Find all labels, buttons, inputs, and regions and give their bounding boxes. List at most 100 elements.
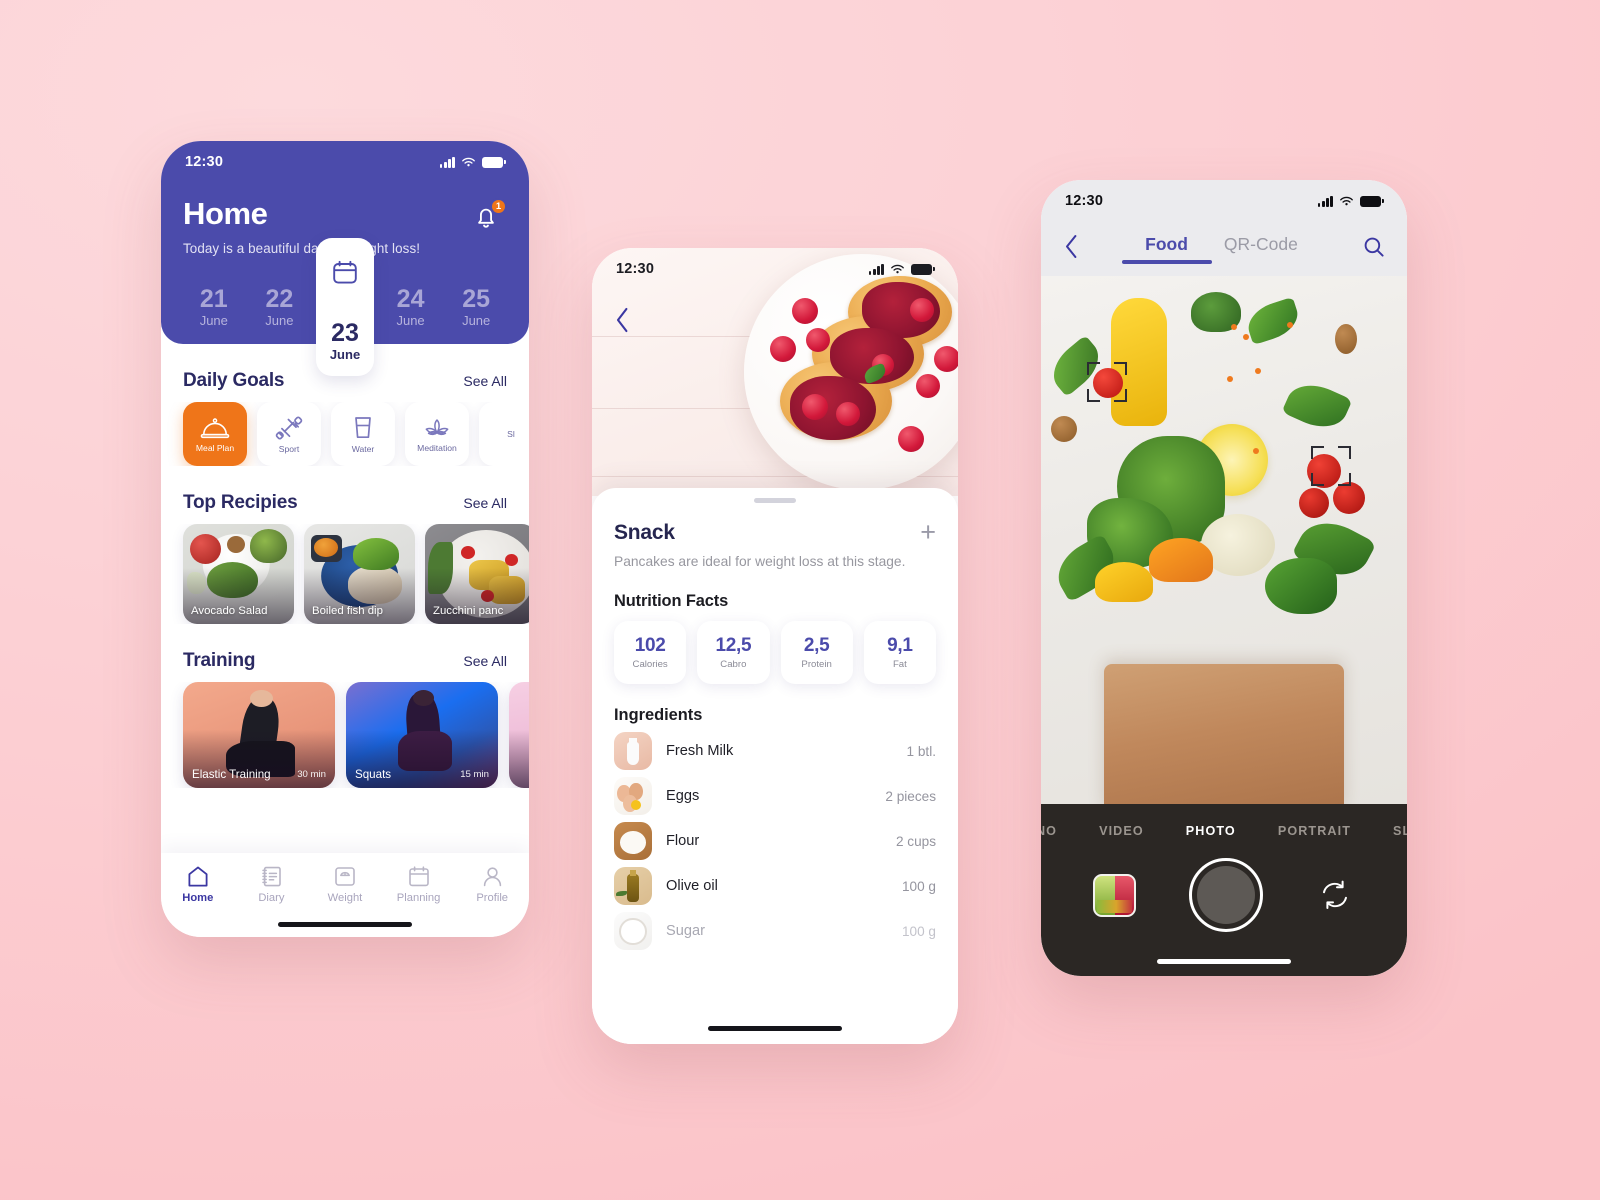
daily-goals-see-all[interactable]: See All [463, 373, 507, 389]
back-button[interactable] [1063, 233, 1080, 265]
training-label: Squats [355, 768, 392, 781]
mode-photo[interactable]: PHOTO [1186, 824, 1236, 838]
tab-profile[interactable]: Profile [462, 865, 522, 904]
cloche-food-cover-icon [200, 417, 230, 438]
training-header: Training See All [161, 624, 529, 682]
camera-flip-icon [1323, 880, 1347, 909]
gallery-thumbnail-button[interactable] [1093, 873, 1136, 917]
ingredient-row[interactable]: Olive oil 100 g [614, 867, 936, 906]
spinach-leaf [1243, 296, 1303, 346]
top-recipes-header: Top Recipies See All [161, 466, 529, 524]
lentil [1227, 376, 1233, 382]
goal-water[interactable]: Water [331, 402, 395, 466]
mode-video[interactable]: VIDEO [1099, 824, 1144, 838]
tab-home[interactable]: Home [168, 865, 228, 904]
add-button[interactable]: + [920, 519, 936, 546]
nutrition-facts-list: 102 Calories 12,5 Cabro 2,5 Protein 9,1 … [614, 621, 936, 685]
tab-label: Planning [396, 892, 441, 904]
ingredient-row[interactable]: Fresh Milk 1 btl. [614, 732, 936, 771]
daily-goals-list[interactable]: Meal Plan Sport Water Meditation Sl [161, 402, 529, 466]
goal-label: Meditation [417, 442, 457, 453]
notebook-icon [262, 866, 281, 887]
notification-bell-button[interactable]: 1 [471, 198, 507, 236]
back-button[interactable] [614, 306, 631, 339]
mode-pano[interactable]: ANO [1041, 824, 1057, 838]
recipe-card[interactable]: Boiled fish dip [304, 524, 415, 624]
ingredient-row[interactable]: Flour 2 cups [614, 822, 936, 861]
shutter-button[interactable] [1188, 858, 1263, 932]
home-indicator [1157, 959, 1291, 964]
flour-image [614, 822, 652, 861]
scale-icon [335, 867, 355, 886]
focus-bracket [1087, 362, 1127, 402]
ingredient-row[interactable]: Sugar 100 g [614, 912, 936, 951]
olive-oil-image [614, 867, 652, 906]
cherry-tomato [1333, 482, 1365, 514]
mode-slomo[interactable]: SLO [1393, 824, 1407, 838]
ingredient-qty: 2 pieces [885, 788, 936, 804]
tab-planning[interactable]: Planning [389, 865, 449, 904]
battery-icon [911, 263, 935, 275]
recipe-card[interactable]: Zucchini panc [425, 524, 529, 624]
date-month: June [396, 313, 425, 328]
date-day: 24 [396, 284, 425, 313]
lentil [1243, 334, 1249, 340]
top-recipes-list[interactable]: Avocado Salad Boiled fish dip Zucchini p… [161, 524, 529, 624]
chevron-left-icon [616, 307, 628, 333]
nutrition-label: Fat [892, 659, 907, 671]
training-see-all[interactable]: See All [463, 653, 507, 669]
date-item[interactable]: 25 June [443, 285, 509, 344]
dumbbell-icon [275, 416, 303, 439]
date-item[interactable]: 24 June [378, 284, 444, 344]
goal-label: Water [351, 443, 375, 454]
recipe-label: Zucchini panc [433, 605, 504, 617]
milk-bottle-image [614, 732, 652, 771]
tab-qr-code[interactable]: QR-Code [1224, 234, 1298, 264]
recipe-label: Avocado Salad [191, 605, 268, 617]
recipe-card[interactable]: Avocado Salad [183, 524, 294, 624]
date-item[interactable]: 22 June [247, 285, 313, 344]
camera-mode-selector[interactable]: ANO VIDEO PHOTO PORTRAIT SLO [1041, 804, 1407, 838]
status-time: 12:30 [185, 154, 224, 170]
camera-flip-button[interactable] [1315, 875, 1355, 915]
date-item[interactable]: 21 June [181, 285, 247, 344]
tab-diary[interactable]: Diary [241, 865, 301, 904]
nutrition-card: 9,1 Fat [863, 621, 936, 685]
battery-icon [482, 156, 506, 168]
section-title: Daily Goals [183, 370, 285, 391]
goal-sport[interactable]: Sport [257, 402, 321, 466]
tab-label: Weight [327, 892, 363, 904]
goal-meal-plan[interactable]: Meal Plan [183, 402, 247, 466]
tab-food[interactable]: Food [1145, 234, 1188, 264]
sheet-grabber[interactable] [754, 498, 796, 503]
date-day: 23 [331, 318, 359, 347]
nutrition-value: 2,5 [803, 635, 830, 657]
calendar-icon [333, 260, 357, 284]
ingredient-row[interactable]: Eggs 2 pieces [614, 777, 936, 816]
search-button[interactable] [1363, 236, 1385, 263]
training-card[interactable]: Elastic Training 30 min [183, 682, 335, 788]
wifi-icon [1340, 196, 1353, 205]
almond [1335, 324, 1357, 354]
ingredient-qty: 2 cups [895, 833, 936, 849]
mode-portrait[interactable]: PORTRAIT [1278, 824, 1351, 838]
date-month: June [199, 313, 228, 328]
top-recipes-see-all[interactable]: See All [463, 495, 507, 511]
goal-sleep[interactable]: Sl [479, 402, 529, 466]
tab-weight[interactable]: Weight [315, 865, 375, 904]
notification-badge: 1 [490, 198, 507, 215]
ingredient-name: Fresh Milk [666, 743, 734, 760]
recipe-sheet: Snack + Pancakes are ideal for weight lo… [592, 488, 958, 1044]
training-card[interactable] [509, 682, 529, 788]
training-card[interactable]: Squats 15 min [346, 682, 498, 788]
status-bar: 12:30 [592, 248, 958, 290]
nutrition-label: Protein [801, 659, 832, 671]
recipe-title: Snack [614, 520, 675, 544]
date-item-selected[interactable]: 23 June [316, 238, 374, 376]
date-month: June [462, 313, 491, 328]
training-list[interactable]: Elastic Training 30 min Squats 15 min [161, 682, 529, 788]
spinach-leaf [1281, 375, 1353, 437]
ingredient-name: Sugar [666, 923, 705, 940]
goal-meditation[interactable]: Meditation [405, 402, 469, 466]
camera-viewfinder[interactable] [1041, 276, 1407, 804]
